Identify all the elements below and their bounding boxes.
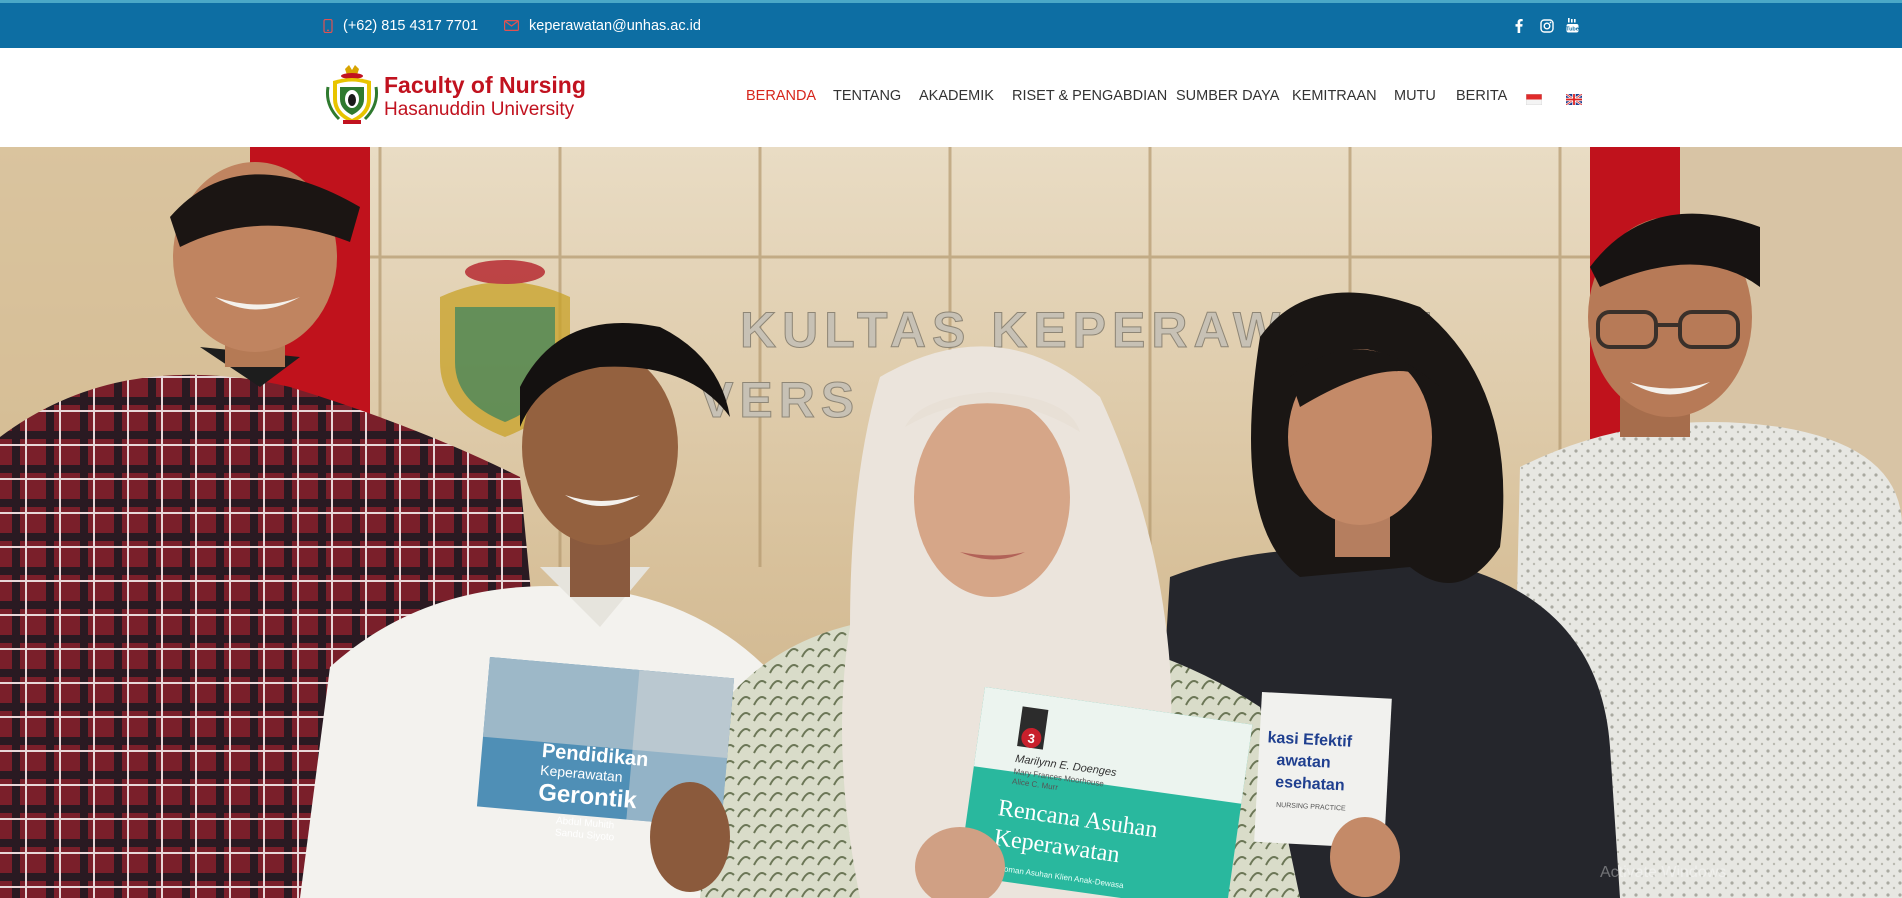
top-contact-bar: (+62) 815 4317 7701 keperawatan@unhas.ac… [0,3,1902,48]
phone-number[interactable]: (+62) 815 4317 7701 [343,18,478,34]
mobile-phone-icon [323,18,333,33]
book3-title-line3: esehatan [1275,774,1345,795]
indonesia-flag-icon[interactable] [1525,92,1543,106]
facebook-icon[interactable] [1515,3,1523,48]
book3-title-line2: awatan [1276,752,1331,772]
site-header: Faculty of Nursing Hasanuddin University… [0,48,1902,147]
nav-item-beranda[interactable]: BERANDA [746,86,816,106]
activate-windows-watermark: Activate Windows [1600,864,1726,881]
nav-item-mutu[interactable]: MUTU [1394,86,1436,106]
youtube-icon[interactable]: Tube [1566,3,1579,48]
email-contact[interactable]: keperawatan@unhas.ac.id [504,3,701,48]
nav-item-sumber-daya[interactable]: SUMBER DAYA [1176,86,1279,106]
nav-item-kemitraan[interactable]: KEMITRAAN [1292,86,1377,106]
envelope-icon [504,20,519,31]
hero-photo: KULTAS KEPERAWATAN VERS HASAN [0,147,1902,898]
instagram-icon[interactable] [1540,3,1554,48]
nav-item-tentang[interactable]: TENTANG [833,86,901,106]
uk-flag-icon[interactable] [1565,92,1583,106]
nav-item-riset-pengabdian[interactable]: RISET & PENGABDIAN [1012,86,1167,106]
email-address[interactable]: keperawatan@unhas.ac.id [529,18,701,34]
nav-item-akademik[interactable]: AKADEMIK [919,86,994,106]
nav-item-berita[interactable]: BERITA [1456,86,1507,106]
svg-text:Tube: Tube [1566,27,1579,33]
phone-contact[interactable]: (+62) 815 4317 7701 [323,3,478,48]
main-navigation: BERANDA TENTANG AKADEMIK RISET & PENGABD… [0,48,1902,147]
